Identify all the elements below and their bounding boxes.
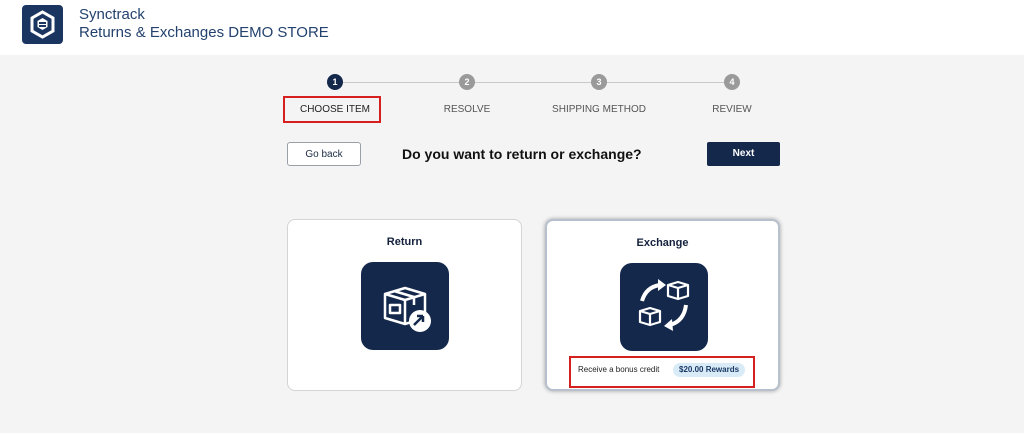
go-back-button[interactable]: Go back	[287, 142, 361, 166]
step-highlight-box	[283, 96, 381, 123]
step-2-label: RESOLVE	[443, 104, 491, 115]
step-4-label: REVIEW	[712, 104, 752, 115]
step-connector	[475, 82, 591, 83]
step-4-indicator: 4	[724, 74, 740, 90]
step-3-label: SHIPPING METHOD	[552, 104, 646, 115]
exchange-title: Exchange	[636, 237, 689, 249]
step-1-indicator: 1	[327, 74, 343, 90]
rewards-badge: $20.00 Rewards	[673, 363, 746, 377]
progress-stepper: 1 2 3 4 CHOOSE ITEM RESOLVE SHIPPING MET…	[0, 0, 1024, 130]
page-question: Do you want to return or exchange?	[402, 146, 642, 162]
step-2-indicator: 2	[459, 74, 475, 90]
step-3-indicator: 3	[591, 74, 607, 90]
bonus-credit-text: Receive a bonus credit	[578, 365, 660, 374]
next-button[interactable]: Next	[707, 142, 780, 166]
step-connector	[343, 82, 459, 83]
return-option-card[interactable]: Return	[287, 219, 522, 391]
return-title: Return	[386, 236, 423, 248]
box-return-icon	[361, 262, 449, 350]
step-connector	[607, 82, 724, 83]
box-exchange-icon	[620, 263, 708, 351]
